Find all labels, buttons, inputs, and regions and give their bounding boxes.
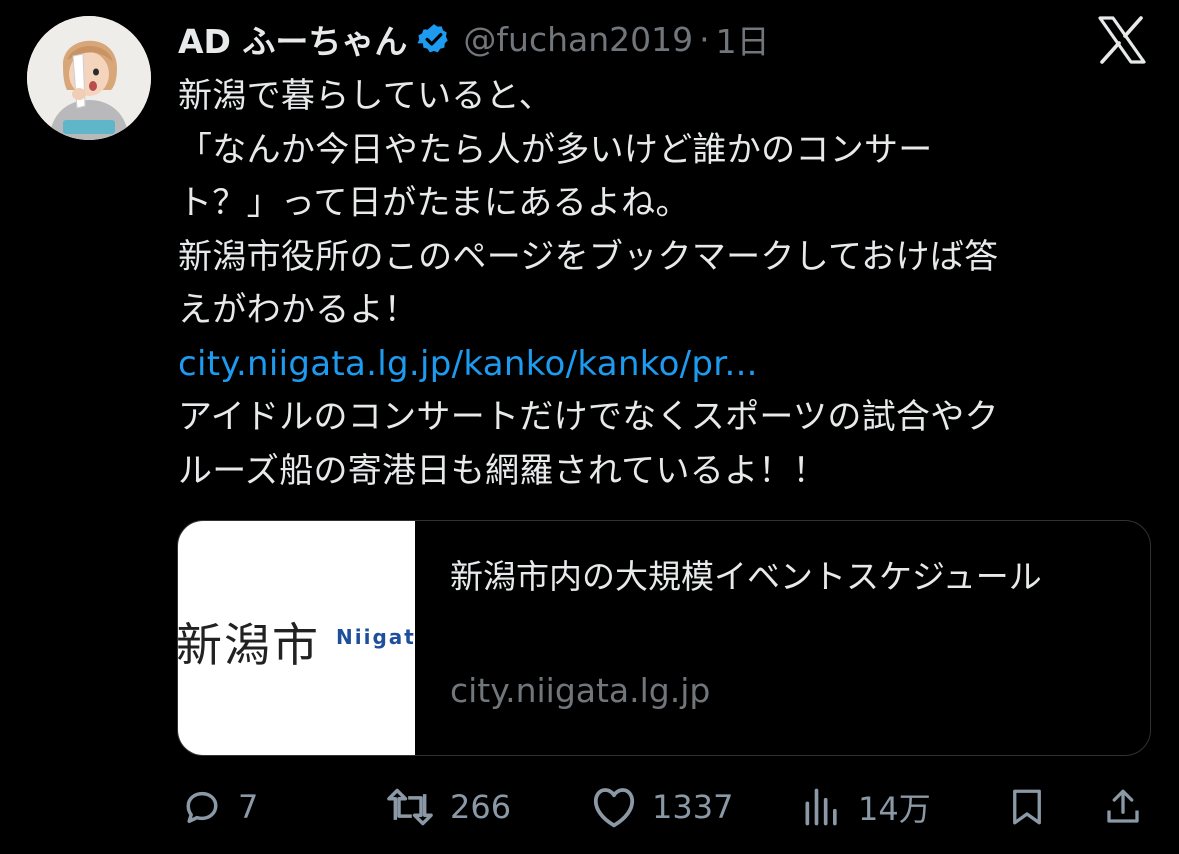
share-icon: [1107, 789, 1139, 823]
timestamp[interactable]: 1日: [716, 15, 770, 63]
tweet-header: AD ふーちゃん @fuchan2019 · 1日: [178, 14, 770, 64]
card-title: 新潟市内の大規模イベントスケジュール: [450, 557, 1042, 596]
card-domain: city.niigata.lg.jp: [450, 671, 711, 710]
views-button[interactable]: 14万: [800, 772, 931, 842]
tweet-text: 新潟で暮らしていると、 「なんか今日やたら人が多いけど誰かのコンサー ト？」って…: [178, 70, 1138, 498]
thumbnail-logo-kanji: 新潟市: [178, 618, 320, 672]
heart-icon: [593, 788, 635, 828]
tweet-line: アイドルのコンサートだけでなくスポーツの試合やク: [178, 397, 999, 437]
bookmark-button[interactable]: [1006, 772, 1048, 842]
tweet-link[interactable]: city.niigata.lg.jp/kanko/kanko/pr...: [178, 338, 1138, 392]
x-logo-icon[interactable]: [1096, 16, 1148, 64]
tweet-line: 新潟で暮らしていると、: [178, 76, 553, 116]
avatar[interactable]: [27, 16, 151, 140]
author-display-name[interactable]: AD ふーちゃん: [178, 15, 407, 63]
views-chart-icon: [805, 788, 837, 826]
tweet-line: ルーズ船の寄港日も網羅されているよ！！: [178, 450, 827, 491]
action-bar: 7 266 1337 14万: [0, 772, 1179, 842]
tweet-line: えがわかるよ！: [178, 290, 419, 330]
reply-count: 7: [238, 788, 259, 826]
reply-button[interactable]: 7: [180, 772, 258, 842]
verified-badge-icon: [417, 24, 449, 53]
repost-icon: [387, 788, 433, 826]
tweet-line: ト？」って日がたまにあるよね。: [178, 183, 690, 223]
separator-dot: ·: [699, 19, 710, 59]
bookmark-icon: [1013, 789, 1041, 825]
avatar-image: [27, 16, 151, 140]
repost-count: 266: [450, 788, 512, 826]
tweet-line: 新潟市役所のこのページをブックマークしておけば答: [178, 236, 999, 277]
view-count: 14万: [858, 790, 931, 828]
link-preview-card[interactable]: 新潟市 Niigata 新潟市内の大規模イベントスケジュール city.niig…: [177, 520, 1151, 756]
thumbnail-logo-roman: Niigata: [336, 625, 415, 649]
like-button[interactable]: 1337: [590, 772, 733, 842]
share-button[interactable]: [1102, 772, 1144, 842]
reply-icon: [186, 791, 218, 824]
repost-button[interactable]: 266: [384, 772, 511, 842]
tweet-line: 「なんか今日やたら人が多いけど誰かのコンサー: [178, 129, 933, 170]
card-thumbnail: 新潟市 Niigata: [178, 521, 415, 755]
author-handle[interactable]: @fuchan2019: [463, 20, 693, 59]
like-count: 1337: [652, 788, 734, 826]
